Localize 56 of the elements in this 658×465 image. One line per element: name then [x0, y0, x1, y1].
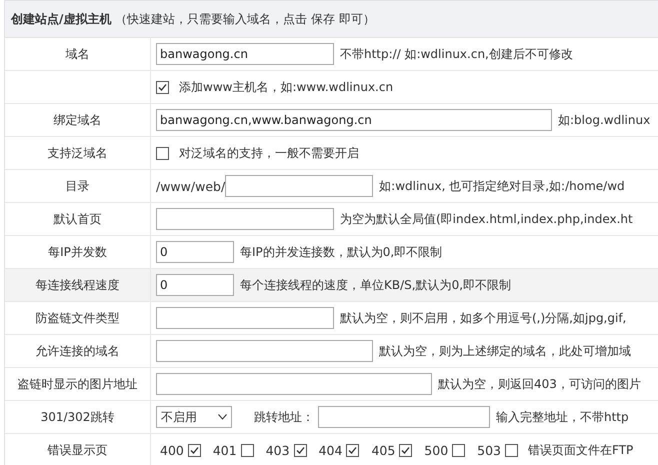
error-code-label: 405 [371, 442, 396, 458]
hint-text: 对泛域名的支持，一般不需要开启 [179, 144, 359, 162]
hint-text: 每个连接线程的速度，单位KB/S,默认为0,即不限制 [240, 276, 512, 294]
error-code-label: 400 [160, 442, 184, 458]
hint-text: 默认为空，则不启用，如多个用逗号(,)分隔,如jpg,gif, [340, 310, 626, 326]
chevron-down-icon [218, 414, 227, 420]
hint-text: 默认为空，则为上述绑定的域名，此处可增加域 [379, 342, 631, 360]
error-code-label: 404 [318, 442, 342, 458]
text-input[interactable]: banwagong.cn,www.banwagong.cn [156, 109, 552, 131]
field-label: 默认首页 [54, 210, 102, 228]
hint-text: 如:blog.wdlinux [558, 112, 650, 128]
checkbox[interactable] [505, 444, 518, 456]
redirect-select[interactable]: 不启用 [156, 406, 232, 428]
text-input[interactable]: 0 [156, 274, 234, 296]
hint-text: 错误页面文件在FTP [528, 442, 634, 458]
text-input[interactable] [156, 340, 373, 362]
error-code-label: 500 [424, 442, 448, 458]
form-header: 创建站点/虚拟主机 （快速建站，只需要输入域名，点击 保存 即可） [5, 1, 658, 38]
checkbox[interactable] [346, 444, 360, 456]
checkbox[interactable] [156, 80, 169, 94]
checkbox[interactable] [452, 444, 466, 456]
field-label: 301/302跳转 [40, 408, 114, 426]
checkbox[interactable] [399, 444, 412, 456]
text-input[interactable]: 0 [156, 241, 234, 263]
text-input[interactable] [225, 175, 374, 197]
hint-text: 为空为默认全局值(即index.html,index.php,index.ht [340, 210, 633, 228]
checkbox[interactable] [188, 444, 201, 456]
field-label: 域名 [66, 46, 90, 62]
path-prefix: /www/web/ [156, 178, 226, 194]
error-code-label: 503 [477, 442, 502, 458]
hint-text: 默认为空，则返回403，可访问的图片 [438, 376, 641, 392]
text-input[interactable] [318, 406, 490, 428]
hint-text: 跳转地址： [254, 408, 314, 426]
field-label: 防盗链文件类型 [36, 310, 120, 326]
hint-text: 不带http:// 如:wdlinux.cn,创建后不可修改 [340, 46, 573, 62]
text-input[interactable] [156, 373, 432, 395]
field-label: 盗链时显示的图片地址 [18, 376, 138, 392]
text-input[interactable] [156, 208, 334, 230]
field-label: 支持泛域名 [48, 144, 108, 162]
hint-text: 输入完整地址，不带http [496, 408, 629, 426]
field-label: 每连接线程速度 [36, 276, 120, 294]
text-input[interactable]: banwagong.cn [156, 43, 334, 65]
field-label: 每IP并发数 [48, 244, 107, 260]
hint-text: 如:wdlinux, 也可指定绝对目录,如:/home/wd [379, 178, 625, 194]
error-code-label: 401 [212, 442, 237, 458]
field-label: 绑定域名 [54, 112, 102, 128]
hint-text: 添加www主机名，如:www.wdlinux.cn [179, 78, 394, 96]
error-code-label: 403 [266, 442, 290, 458]
text-input[interactable] [156, 307, 334, 329]
field-label: 目录 [66, 178, 90, 194]
checkbox[interactable] [294, 444, 307, 456]
hint-text: 每IP的并发连接数，默认为0,即不限制 [240, 244, 442, 260]
checkbox[interactable] [156, 146, 169, 160]
field-label: 允许连接的域名 [36, 342, 120, 360]
checkbox[interactable] [240, 444, 254, 456]
field-label: 错误显示页 [48, 442, 108, 458]
